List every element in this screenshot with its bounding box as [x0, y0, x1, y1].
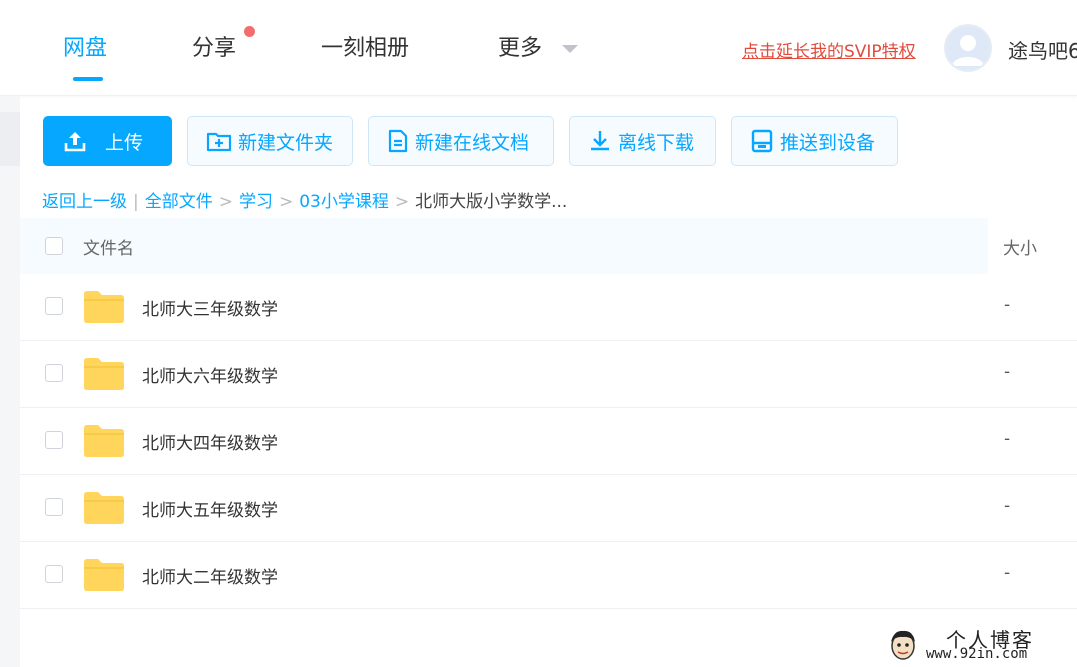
table-row[interactable]: 北师大三年级数学 - [20, 274, 1077, 341]
back-link[interactable]: 返回上一级 [42, 192, 127, 212]
new-doc-label: 新建在线文档 [415, 131, 530, 154]
table-row[interactable]: 北师大六年级数学 - [20, 341, 1077, 408]
active-tab-indicator [73, 77, 103, 81]
table-row[interactable]: 北师大五年级数学 - [20, 475, 1077, 542]
document-icon [387, 129, 409, 153]
folder-icon [84, 358, 124, 390]
offline-download-label: 离线下载 [618, 131, 695, 154]
watermark: 个人博客 www.92in.com [884, 624, 1077, 667]
offline-download-button[interactable]: 离线下载 [569, 116, 716, 166]
folder-icon [84, 492, 124, 524]
file-name[interactable]: 北师大五年级数学 [142, 496, 278, 521]
folder-add-icon [206, 129, 232, 153]
table-row[interactable]: 北师大四年级数学 - [20, 408, 1077, 475]
breadcrumb-course[interactable]: 03小学课程 [299, 192, 389, 212]
upload-button[interactable]: 上传 [43, 116, 172, 166]
breadcrumb-divider: | [133, 192, 139, 212]
chevron-down-icon[interactable] [562, 45, 578, 53]
download-icon [588, 129, 612, 153]
username[interactable]: 途鸟吧6 [1008, 35, 1077, 64]
tab-netdisk[interactable]: 网盘 [63, 30, 107, 62]
file-size: - [1004, 563, 1011, 583]
row-checkbox[interactable] [45, 565, 63, 583]
device-icon [750, 129, 774, 153]
file-size: - [1004, 295, 1011, 315]
new-doc-button[interactable]: 新建在线文档 [368, 116, 554, 166]
watermark-url: www.92in.com [926, 646, 1028, 662]
upload-icon [63, 129, 87, 153]
tab-more[interactable]: 更多 [498, 30, 542, 62]
table-header [20, 218, 988, 274]
table-row[interactable]: 北师大二年级数学 - [20, 542, 1077, 609]
breadcrumb-all-files[interactable]: 全部文件 [145, 192, 213, 212]
file-name[interactable]: 北师大六年级数学 [142, 362, 278, 387]
svip-link[interactable]: 点击延长我的SVIP特权 [742, 37, 916, 62]
new-folder-label: 新建文件夹 [238, 131, 334, 154]
tab-album[interactable]: 一刻相册 [321, 30, 409, 62]
upload-label: 上传 [105, 131, 144, 154]
push-device-button[interactable]: 推送到设备 [731, 116, 898, 166]
breadcrumb-separator: > [394, 192, 410, 212]
push-device-label: 推送到设备 [780, 131, 876, 154]
user-icon [952, 35, 984, 66]
column-header-size[interactable]: 大小 [1003, 234, 1037, 259]
notification-dot [244, 26, 255, 37]
avatar[interactable] [944, 24, 992, 72]
file-size: - [1004, 362, 1011, 382]
file-size: - [1004, 429, 1011, 449]
row-checkbox[interactable] [45, 431, 63, 449]
breadcrumb-separator: > [278, 192, 294, 212]
column-header-name[interactable]: 文件名 [83, 234, 134, 259]
file-name[interactable]: 北师大三年级数学 [142, 295, 278, 320]
folder-icon [84, 425, 124, 457]
breadcrumb-study[interactable]: 学习 [239, 192, 273, 212]
breadcrumb: 返回上一级 | 全部文件 > 学习 >03小学课程 > 北师大版小学数学... [42, 187, 567, 212]
sidebar-edge-highlight [0, 112, 20, 166]
file-size: - [1004, 496, 1011, 516]
file-name[interactable]: 北师大四年级数学 [142, 429, 278, 454]
tab-share[interactable]: 分享 [192, 30, 236, 62]
folder-icon [84, 559, 124, 591]
top-navigation: 网盘 分享 一刻相册 更多 点击延长我的SVIP特权 途鸟吧6 [0, 0, 1077, 96]
row-checkbox[interactable] [45, 498, 63, 516]
breadcrumb-current: 北师大版小学数学... [415, 192, 568, 212]
row-checkbox[interactable] [45, 297, 63, 315]
row-checkbox[interactable] [45, 364, 63, 382]
file-name[interactable]: 北师大二年级数学 [142, 563, 278, 588]
breadcrumb-separator: > [218, 192, 233, 212]
new-folder-button[interactable]: 新建文件夹 [187, 116, 353, 166]
select-all-checkbox[interactable] [45, 237, 63, 255]
sidebar-edge [0, 96, 20, 667]
folder-icon [84, 291, 124, 323]
cartoon-face-icon [891, 630, 915, 660]
